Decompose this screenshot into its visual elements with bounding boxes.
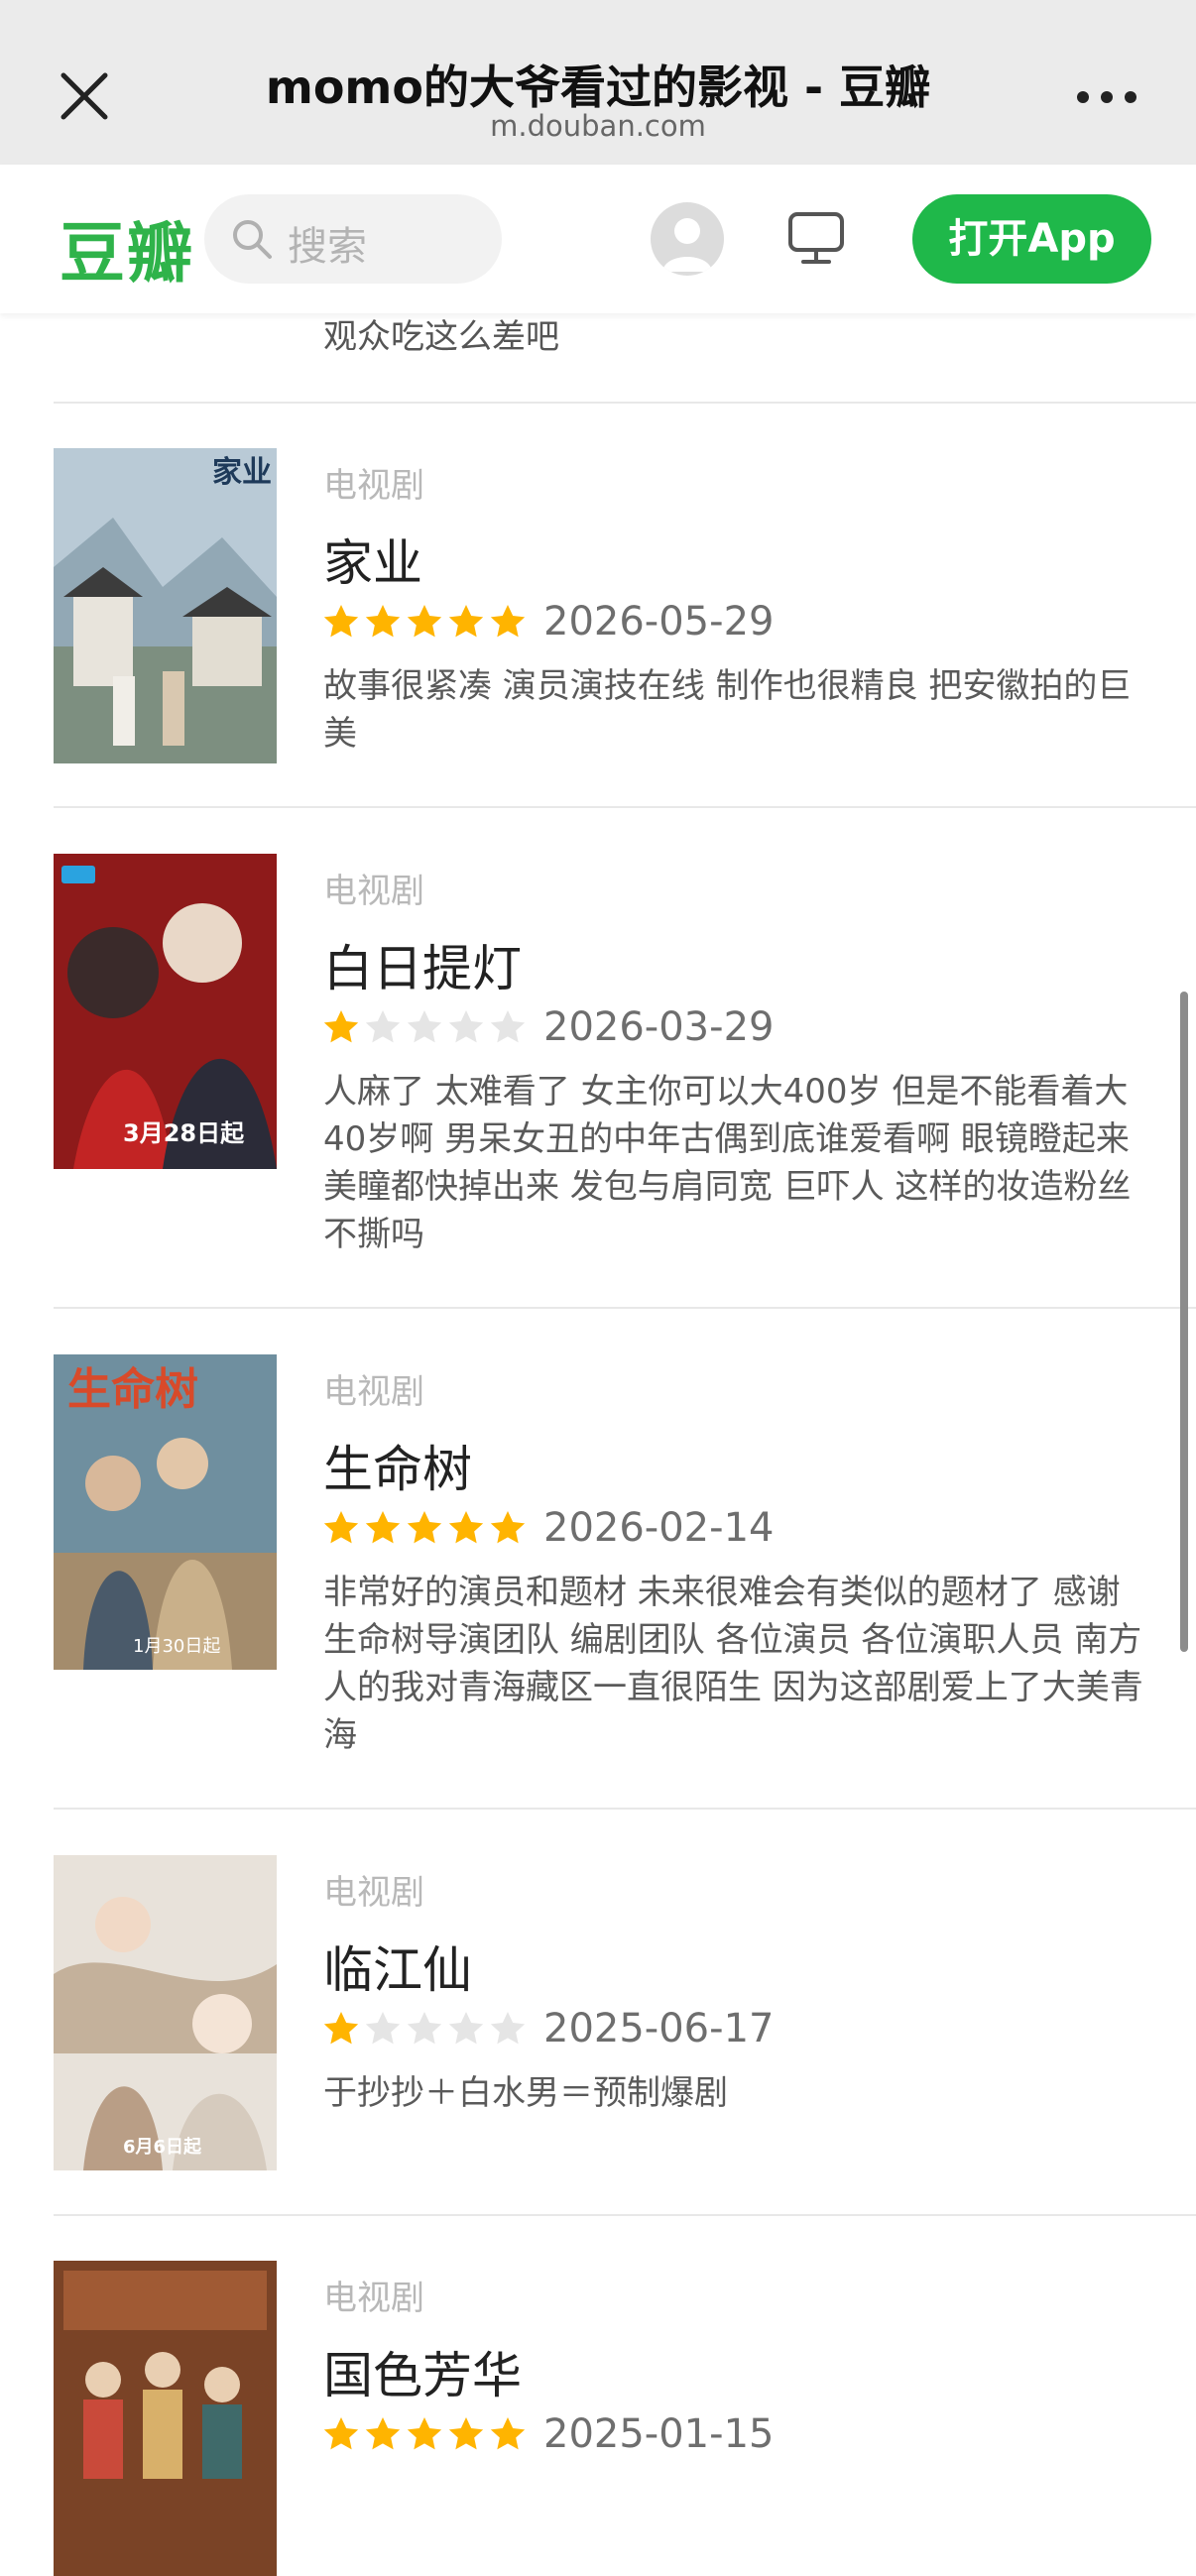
poster-image[interactable]: 生命树 1月30日起 <box>54 1354 277 1670</box>
star-icon <box>407 1511 442 1544</box>
star-icon <box>490 1511 526 1544</box>
partial-review-text: 观众吃这么差吧 <box>323 317 559 357</box>
star-rating <box>321 1007 530 1047</box>
star-rating <box>321 602 530 642</box>
star-rating <box>321 2414 530 2454</box>
page-url: m.douban.com <box>490 109 706 143</box>
star-icon <box>448 1511 484 1544</box>
divider <box>54 402 1196 404</box>
divider <box>54 1808 1196 1810</box>
poster-title-text: 家业 <box>212 455 272 490</box>
rating-row: 2026-02-14 <box>321 1503 774 1553</box>
star-icon <box>323 1511 359 1544</box>
monitor-icon[interactable] <box>785 208 847 270</box>
more-options-button[interactable] <box>1067 69 1146 125</box>
category-label: 电视剧 <box>323 872 424 911</box>
rating-row: 2026-03-29 <box>321 1002 774 1052</box>
star-icon <box>490 2012 526 2045</box>
browser-header: momo的大爷看过的影视 - 豆瓣 m.douban.com <box>0 0 1196 165</box>
review-text: 于抄抄＋白水男＝预制爆剧 <box>323 2073 728 2113</box>
star-icon <box>323 605 359 638</box>
star-icon <box>365 1010 401 1043</box>
item-title[interactable]: 家业 <box>323 524 422 595</box>
star-icon <box>407 605 442 638</box>
item-title[interactable]: 生命树 <box>323 1430 472 1501</box>
star-icon <box>365 2012 401 2045</box>
category-label: 电视剧 <box>323 466 424 506</box>
vertical-scrollbar[interactable] <box>1180 992 1188 1652</box>
search-input[interactable]: 搜索 <box>204 194 502 284</box>
item-title[interactable]: 白日提灯 <box>323 929 522 1000</box>
star-rating <box>321 1508 530 1548</box>
poster-title-text: 6月6日起 <box>123 2136 202 2158</box>
item-title[interactable]: 国色芳华 <box>323 2336 522 2407</box>
site-navbar: 豆瓣 搜索 打开App <box>0 165 1196 313</box>
douban-logo[interactable]: 豆瓣 <box>60 200 194 295</box>
divider <box>54 1307 1196 1309</box>
star-icon <box>448 2012 484 2045</box>
divider <box>54 806 1196 808</box>
poster-image[interactable] <box>54 2261 277 2576</box>
star-icon <box>490 605 526 638</box>
star-icon <box>448 2417 484 2450</box>
star-icon <box>365 605 401 638</box>
star-icon <box>323 2417 359 2450</box>
star-icon <box>490 1010 526 1043</box>
poster-title-text: 3月28日起 <box>123 1119 245 1147</box>
close-icon <box>60 72 108 120</box>
review-text: 非常好的演员和题材 未来很难会有类似的题材了 感谢生命树导演团队 编剧团队 各位… <box>323 1573 1143 1755</box>
divider <box>54 2214 1196 2216</box>
open-app-button[interactable]: 打开App <box>912 194 1151 284</box>
star-icon <box>323 1010 359 1043</box>
star-icon <box>490 2417 526 2450</box>
star-rating <box>321 2009 530 2049</box>
poster-image[interactable]: 3月28日起 <box>54 854 277 1169</box>
rating-date: 2026-03-29 <box>543 1004 775 1050</box>
rating-row: 2025-01-15 <box>321 2409 774 2459</box>
star-icon <box>407 2012 442 2045</box>
star-icon <box>365 1511 401 1544</box>
rating-date: 2025-01-15 <box>543 2411 775 2457</box>
rating-date: 2025-06-17 <box>543 2006 775 2051</box>
poster-title-text: 生命树 <box>67 1364 198 1415</box>
poster-image[interactable]: 6月6日起 <box>54 1855 277 2170</box>
page-title: momo的大爷看过的影视 - 豆瓣 <box>265 60 931 114</box>
user-icon <box>662 218 712 272</box>
avatar[interactable] <box>651 202 724 276</box>
star-icon <box>365 2417 401 2450</box>
rating-row: 2025-06-17 <box>321 2004 774 2053</box>
poster-image[interactable]: 家业 <box>54 448 277 763</box>
star-icon <box>448 605 484 638</box>
review-text: 故事很紧凑 演员演技在线 制作也很精良 把安徽拍的巨美 <box>323 666 1132 754</box>
review-text: 人麻了 太难看了 女主你可以大400岁 但是不能看着大40岁啊 男呆女丑的中年古… <box>323 1072 1132 1254</box>
category-label: 电视剧 <box>323 1372 424 1412</box>
search-placeholder: 搜索 <box>288 224 367 270</box>
star-icon <box>323 2012 359 2045</box>
search-icon <box>233 220 272 259</box>
star-icon <box>407 2417 442 2450</box>
rating-date: 2026-02-14 <box>543 1505 775 1551</box>
star-icon <box>407 1010 442 1043</box>
star-icon <box>448 1010 484 1043</box>
item-title[interactable]: 临江仙 <box>323 1931 472 2002</box>
close-button[interactable] <box>50 61 119 131</box>
svg-text:1月30日起: 1月30日起 <box>133 1636 220 1657</box>
category-label: 电视剧 <box>323 1873 424 1913</box>
rating-date: 2026-05-29 <box>543 599 775 644</box>
category-label: 电视剧 <box>323 2279 424 2318</box>
rating-row: 2026-05-29 <box>321 597 774 646</box>
more-dots-icon <box>1077 91 1136 103</box>
